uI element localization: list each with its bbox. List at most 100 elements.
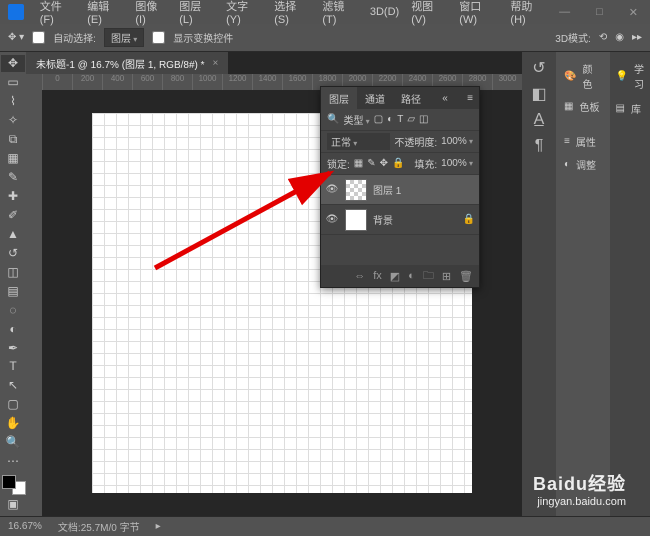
layers-tab[interactable]: 图层 <box>321 87 357 109</box>
marquee-tool[interactable]: ▭ <box>1 74 25 91</box>
filter-adjust-icon[interactable]: ◐ <box>387 114 393 125</box>
layer-name[interactable]: 图层 1 <box>373 182 401 197</box>
hand-tool[interactable]: ✋ <box>1 415 25 432</box>
kind-filter-icon[interactable]: 🔍 <box>327 114 339 125</box>
layer-row[interactable]: 👁 背景 🔒 <box>321 205 479 235</box>
layer-visibility-icon[interactable]: 👁 <box>325 184 339 195</box>
fill-value[interactable]: 100% <box>441 158 473 169</box>
crop-tool[interactable]: ⧉ <box>1 131 25 148</box>
watermark-url: jingyan.baidu.com <box>533 496 626 508</box>
auto-select-target[interactable]: 图层 <box>104 28 144 47</box>
swatches-panel-tab[interactable]: ▦色板 <box>560 96 606 117</box>
layer-row[interactable]: 👁 图层 1 <box>321 175 479 205</box>
character-panel-icon[interactable]: A̲ <box>527 110 551 130</box>
color-swatches[interactable] <box>2 475 26 495</box>
document-tab[interactable]: 未标题-1 @ 16.7% (图层 1, RGB/8#) * × <box>26 52 228 74</box>
move-tool-icon: ✥ ▾ <box>8 32 24 43</box>
pen-tool[interactable]: ✒ <box>1 339 25 356</box>
adjustments-panel-icon[interactable]: ◧ <box>527 84 551 104</box>
menu-edit[interactable]: 编辑(E) <box>83 0 127 28</box>
menu-image[interactable]: 图像(I) <box>131 0 171 28</box>
color-panel-tab[interactable]: 🎨颜色 <box>560 58 606 94</box>
paths-tab[interactable]: 路径 <box>393 87 429 109</box>
tab-close-icon[interactable]: × <box>213 58 219 69</box>
zoom-level[interactable]: 16.67% <box>8 521 42 532</box>
auto-select-checkbox[interactable] <box>32 31 45 44</box>
menu-type[interactable]: 文字(Y) <box>222 0 266 28</box>
paragraph-panel-icon[interactable]: ¶ <box>527 136 551 156</box>
link-layers-icon[interactable]: ⇔ <box>354 270 365 282</box>
minimize-icon[interactable]: — <box>555 4 574 21</box>
doc-info-caret[interactable]: ▸ <box>156 521 161 532</box>
layer-visibility-icon[interactable]: 👁 <box>325 214 339 225</box>
eyedropper-tool[interactable]: ✎ <box>1 169 25 186</box>
filter-shape-icon[interactable]: ▱ <box>407 114 415 125</box>
delete-layer-icon[interactable]: 🗑 <box>459 270 473 283</box>
menu-filter[interactable]: 滤镜(T) <box>318 0 361 28</box>
group-icon[interactable]: 🗀 <box>423 267 434 286</box>
options-bar: ✥ ▾ 自动选择: 图层 显示变换控件 3D模式: ⟲ ◉ ▸▸ <box>0 24 650 52</box>
panel-toggle-icon[interactable]: ▸▸ <box>632 32 642 43</box>
collapsed-panels: ↺ ◧ A̲ ¶ <box>522 52 556 516</box>
layers-panel[interactable]: 图层 通道 路径 « ≡ 🔍 类型 ▢ ◐ T ▱ ◫ 正常 不透明度: 100… <box>320 86 480 288</box>
filter-pixel-icon[interactable]: ▢ <box>374 114 383 125</box>
shape-tool[interactable]: ▢ <box>1 396 25 413</box>
healing-tool[interactable]: ✚ <box>1 188 25 205</box>
menu-layer[interactable]: 图层(L) <box>175 0 218 28</box>
libraries-panel-tab[interactable]: ▤库 <box>612 98 648 119</box>
stamp-tool[interactable]: ▲ <box>1 225 25 242</box>
3d-mode-icon[interactable]: ⟲ <box>599 32 607 43</box>
lock-all-icon[interactable]: 🔒 <box>392 158 404 169</box>
lasso-tool[interactable]: ⌇ <box>1 93 25 110</box>
ruler-tick: 1000 <box>192 74 222 90</box>
zoom-tool[interactable]: 🔍 <box>1 434 25 451</box>
blend-mode-dropdown[interactable]: 正常 <box>327 133 390 150</box>
layer-mask-icon[interactable]: ◩ <box>390 270 400 283</box>
new-layer-icon[interactable]: ⊞ <box>442 270 451 283</box>
menu-view[interactable]: 视图(V) <box>407 0 451 28</box>
panel-menu-icon[interactable]: ≡ <box>461 87 479 109</box>
filter-type-icon[interactable]: T <box>397 114 403 125</box>
close-icon[interactable]: ✕ <box>625 4 642 21</box>
menu-window[interactable]: 窗口(W) <box>455 0 502 28</box>
3d-mode-icon-2[interactable]: ◉ <box>615 32 624 43</box>
lock-trans-icon[interactable]: ▦ <box>354 158 363 169</box>
lock-paint-icon[interactable]: ✎ <box>367 158 375 169</box>
path-tool[interactable]: ↖ <box>1 377 25 394</box>
layer-style-icon[interactable]: fx <box>373 270 382 282</box>
magic-wand-tool[interactable]: ✧ <box>1 112 25 129</box>
menu-select[interactable]: 选择(S) <box>270 0 314 28</box>
kind-dropdown[interactable]: 类型 <box>343 112 369 127</box>
history-panel-icon[interactable]: ↺ <box>527 58 551 78</box>
eraser-tool[interactable]: ◫ <box>1 263 25 280</box>
lock-pos-icon[interactable]: ✥ <box>380 158 388 169</box>
layer-thumbnail[interactable] <box>345 209 367 231</box>
adjustment-layer-icon[interactable]: ◐ <box>408 270 415 282</box>
maximize-icon[interactable]: □ <box>592 4 607 21</box>
type-tool[interactable]: T <box>1 358 25 375</box>
channels-tab[interactable]: 通道 <box>357 87 393 109</box>
menu-help[interactable]: 帮助(H) <box>506 0 551 28</box>
blur-tool[interactable]: ◌ <box>1 301 25 318</box>
adjustments-panel-tab[interactable]: ◐调整 <box>560 154 606 175</box>
brush-tool[interactable]: ✐ <box>1 207 25 224</box>
edit-toolbar[interactable]: ⋯ <box>1 453 25 470</box>
layer-name[interactable]: 背景 <box>373 212 393 227</box>
dodge-tool[interactable]: ◐ <box>1 320 25 337</box>
history-brush-tool[interactable]: ↺ <box>1 244 25 261</box>
panel-collapse-icon[interactable]: « <box>436 87 454 109</box>
move-tool[interactable]: ✥ <box>1 55 25 72</box>
opacity-value[interactable]: 100% <box>441 136 473 147</box>
doc-info[interactable]: 文档:25.7M/0 字节 <box>58 519 140 534</box>
layer-thumbnail[interactable] <box>345 179 367 201</box>
learn-panel-tab[interactable]: 💡学习 <box>612 58 648 94</box>
frame-tool[interactable]: ▦ <box>1 150 25 167</box>
menu-file[interactable]: 文件(F) <box>36 0 79 28</box>
properties-panel-tab[interactable]: ≡属性 <box>560 131 606 152</box>
filter-smart-icon[interactable]: ◫ <box>419 114 428 125</box>
show-transform-checkbox[interactable] <box>152 31 165 44</box>
gradient-tool[interactable]: ▤ <box>1 282 25 299</box>
quickmask-toggle[interactable]: ▣ <box>1 496 25 513</box>
foreground-color[interactable] <box>2 475 16 489</box>
menu-3d[interactable]: 3D(D) <box>366 4 403 20</box>
